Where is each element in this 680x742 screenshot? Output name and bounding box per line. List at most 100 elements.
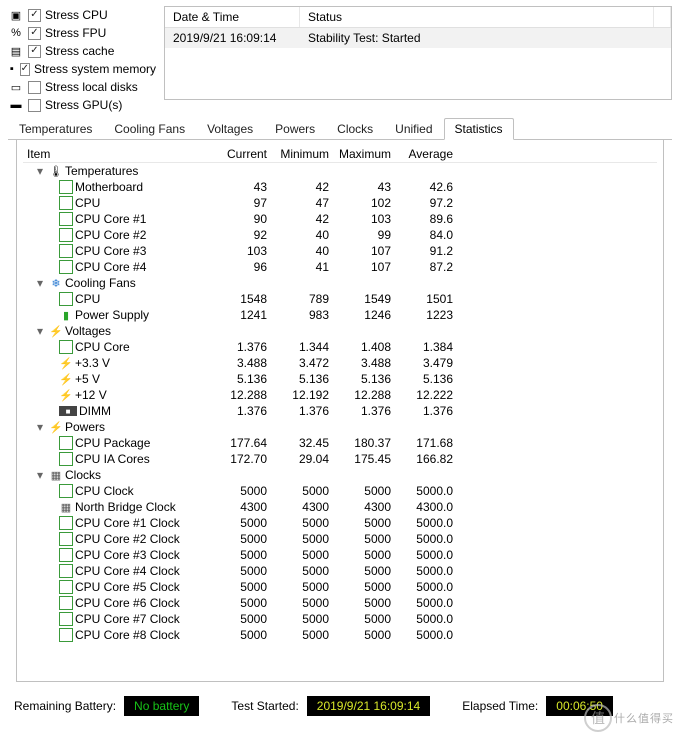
- stress-option: ▪Stress system memory: [8, 60, 156, 78]
- data-row[interactable]: ▮Power Supply124198312461223: [23, 307, 657, 323]
- checkbox[interactable]: [28, 27, 41, 40]
- data-row[interactable]: ⚡+3.3 V3.4883.4723.4883.479: [23, 355, 657, 371]
- fan-icon: ❄: [49, 276, 63, 290]
- cell-current: 43: [215, 179, 271, 195]
- data-row[interactable]: CPU Core #3 Clock5000500050005000.0: [23, 547, 657, 563]
- cell-current: 1.376: [215, 339, 271, 355]
- cell-maximum: 175.45: [333, 451, 395, 467]
- cell-minimum: 983: [271, 307, 333, 323]
- collapse-icon[interactable]: ▾: [37, 468, 47, 482]
- stress-options: ▣Stress CPU%Stress FPU▤Stress cache▪Stre…: [8, 6, 156, 114]
- category-row[interactable]: ▾❄Cooling Fans: [23, 275, 657, 291]
- tab-temperatures[interactable]: Temperatures: [8, 118, 103, 140]
- collapse-icon[interactable]: ▾: [37, 164, 47, 178]
- pow-icon: ⚡: [49, 420, 63, 434]
- cell-maximum: 5000: [333, 595, 395, 611]
- data-row[interactable]: CPU Core #5 Clock5000500050005000.0: [23, 579, 657, 595]
- cell-current: 5000: [215, 595, 271, 611]
- checkbox[interactable]: [28, 81, 41, 94]
- data-row[interactable]: ⚡+5 V5.1365.1365.1365.136: [23, 371, 657, 387]
- cell-minimum: 5000: [271, 611, 333, 627]
- stress-label: Stress cache: [45, 44, 114, 58]
- tab-clocks[interactable]: Clocks: [326, 118, 384, 140]
- tab-statistics[interactable]: Statistics: [444, 118, 514, 140]
- collapse-icon[interactable]: ▾: [37, 324, 47, 338]
- cell-minimum: 42: [271, 211, 333, 227]
- checkbox[interactable]: [28, 9, 41, 22]
- data-row[interactable]: ⚡+12 V12.28812.19212.28812.222: [23, 387, 657, 403]
- chip-icon: [59, 260, 73, 274]
- grid-header-item[interactable]: Item: [23, 146, 215, 162]
- category-row[interactable]: ▾▦Clocks: [23, 467, 657, 483]
- chip-icon: [59, 212, 73, 226]
- collapse-icon[interactable]: ▾: [37, 276, 47, 290]
- data-row[interactable]: CPU Core #31034010791.2: [23, 243, 657, 259]
- cell-maximum: 5000: [333, 483, 395, 499]
- data-row[interactable]: CPU974710297.2: [23, 195, 657, 211]
- data-row[interactable]: CPU Clock5000500050005000.0: [23, 483, 657, 499]
- cell-minimum: 12.192: [271, 387, 333, 403]
- status-header-datetime[interactable]: Date & Time: [165, 7, 300, 27]
- chip-icon: [59, 580, 73, 594]
- data-row[interactable]: CPU Core #8 Clock5000500050005000.0: [23, 627, 657, 643]
- disk-icon: ▭: [8, 79, 24, 95]
- cell-maximum: 1.376: [333, 403, 395, 419]
- stress-option: %Stress FPU: [8, 24, 156, 42]
- data-row[interactable]: CPU Core #2 Clock5000500050005000.0: [23, 531, 657, 547]
- stress-option: ▬Stress GPU(s): [8, 96, 156, 114]
- tab-cooling-fans[interactable]: Cooling Fans: [103, 118, 196, 140]
- grid-header-average[interactable]: Average: [395, 146, 457, 162]
- data-row[interactable]: CPU IA Cores172.7029.04175.45166.82: [23, 451, 657, 467]
- cell-minimum: 4300: [271, 499, 333, 515]
- data-row[interactable]: CPU Core #4964110787.2: [23, 259, 657, 275]
- tab-powers[interactable]: Powers: [264, 118, 326, 140]
- data-row[interactable]: CPU Core #6 Clock5000500050005000.0: [23, 595, 657, 611]
- status-row[interactable]: 2019/9/21 16:09:14 Stability Test: Start…: [165, 28, 671, 48]
- cell-current: 5000: [215, 547, 271, 563]
- item-label: CPU Core #6 Clock: [75, 596, 180, 610]
- cell-maximum: 1.408: [333, 339, 395, 355]
- cell-maximum: 3.488: [333, 355, 395, 371]
- grid-header-current[interactable]: Current: [215, 146, 271, 162]
- tab-voltages[interactable]: Voltages: [196, 118, 264, 140]
- status-log[interactable]: Date & Time Status 2019/9/21 16:09:14 St…: [164, 6, 672, 100]
- data-row[interactable]: ■DIMM1.3761.3761.3761.376: [23, 403, 657, 419]
- tab-unified[interactable]: Unified: [384, 118, 443, 140]
- checkbox[interactable]: [20, 63, 30, 76]
- data-row[interactable]: CPU Core #4 Clock5000500050005000.0: [23, 563, 657, 579]
- cell-minimum: 5000: [271, 563, 333, 579]
- collapse-icon[interactable]: ▾: [37, 420, 47, 434]
- cell-maximum: 102: [333, 195, 395, 211]
- data-row[interactable]: CPU Core #7 Clock5000500050005000.0: [23, 611, 657, 627]
- cell-average: 1501: [395, 291, 457, 307]
- stress-label: Stress local disks: [45, 80, 138, 94]
- chip-icon: [59, 628, 73, 642]
- checkbox[interactable]: [28, 99, 41, 112]
- data-row[interactable]: Motherboard43424342.6: [23, 179, 657, 195]
- category-row[interactable]: ▾🌡Temperatures: [23, 163, 657, 179]
- category-row[interactable]: ▾⚡Powers: [23, 419, 657, 435]
- category-label: Voltages: [65, 324, 111, 338]
- grid-header-maximum[interactable]: Maximum: [333, 146, 395, 162]
- data-row[interactable]: CPU Package177.6432.45180.37171.68: [23, 435, 657, 451]
- cell-average: 1.376: [395, 403, 457, 419]
- cell-average: 12.222: [395, 387, 457, 403]
- cell-minimum: 40: [271, 243, 333, 259]
- chip-icon: [59, 532, 73, 546]
- data-row[interactable]: CPU Core #1 Clock5000500050005000.0: [23, 515, 657, 531]
- data-row[interactable]: ▦North Bridge Clock4300430043004300.0: [23, 499, 657, 515]
- cell-maximum: 43: [333, 179, 395, 195]
- grid-header-minimum[interactable]: Minimum: [271, 146, 333, 162]
- cell-current: 90: [215, 211, 271, 227]
- category-row[interactable]: ▾⚡Voltages: [23, 323, 657, 339]
- data-row[interactable]: CPU Core1.3761.3441.4081.384: [23, 339, 657, 355]
- watermark-icon: 值: [584, 704, 612, 732]
- grid-header[interactable]: Item Current Minimum Maximum Average: [23, 146, 657, 163]
- status-cell-datetime: 2019/9/21 16:09:14: [165, 28, 300, 48]
- checkbox[interactable]: [28, 45, 41, 58]
- data-row[interactable]: CPU154878915491501: [23, 291, 657, 307]
- chip-icon: [59, 612, 73, 626]
- data-row[interactable]: CPU Core #1904210389.6: [23, 211, 657, 227]
- data-row[interactable]: CPU Core #292409984.0: [23, 227, 657, 243]
- status-header-status[interactable]: Status: [300, 7, 654, 27]
